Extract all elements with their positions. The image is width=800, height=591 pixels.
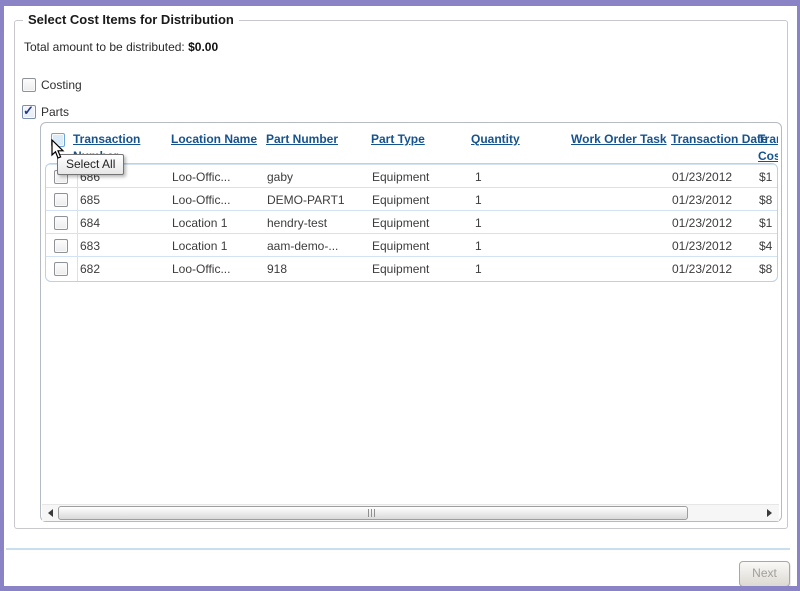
- parts-checkbox[interactable]: [22, 105, 36, 119]
- cost-items-table: Transaction Number Location Name Part Nu…: [40, 122, 782, 522]
- cell-location-name: Loo-Offic...: [172, 193, 230, 207]
- cell-part-type: Equipment: [372, 262, 429, 276]
- column-header-work-order-task[interactable]: Work Order Task: [571, 131, 667, 148]
- cell-part-number: hendry-test: [267, 216, 327, 230]
- window-border-left: [0, 0, 4, 591]
- cell-location-name: Loo-Offic...: [172, 262, 230, 276]
- window-border-top: [0, 0, 800, 6]
- cell-transaction-cost: $1: [759, 216, 775, 230]
- column-header-quantity[interactable]: Quantity: [471, 131, 520, 148]
- cell-transaction-number: 684: [80, 216, 100, 230]
- scroll-right-arrow-icon[interactable]: [763, 508, 775, 519]
- column-header-location-name[interactable]: Location Name: [171, 131, 257, 148]
- cell-transaction-date: 01/23/2012: [672, 170, 732, 184]
- cell-transaction-date: 01/23/2012: [672, 262, 732, 276]
- cell-transaction-number: 685: [80, 193, 100, 207]
- cell-part-type: Equipment: [372, 193, 429, 207]
- total-amount-value: $0.00: [188, 40, 218, 54]
- scrollbar-thumb[interactable]: [58, 506, 688, 520]
- cell-part-number: aam-demo-...: [267, 239, 338, 253]
- footer-divider: [6, 548, 790, 550]
- column-header-transaction-cost[interactable]: Transaction Cost: [758, 131, 778, 165]
- scroll-left-arrow-icon[interactable]: [45, 508, 57, 519]
- select-cost-items-dialog: Select Cost Items for Distribution Total…: [0, 0, 800, 591]
- row-checkbox[interactable]: [54, 193, 68, 207]
- cell-quantity: 1: [475, 170, 482, 184]
- cell-quantity: 1: [475, 239, 482, 253]
- column-header-transaction-date[interactable]: Transaction Date: [671, 131, 768, 148]
- window-border-bottom: [0, 586, 800, 591]
- cell-quantity: 1: [475, 193, 482, 207]
- cell-location-name: Location 1: [172, 216, 227, 230]
- table-row[interactable]: 686 Loo-Offic... gaby Equipment 1 01/23/…: [46, 164, 777, 187]
- cell-transaction-cost: $1: [759, 170, 775, 184]
- column-header-part-type[interactable]: Part Type: [371, 131, 425, 148]
- cell-part-number: 918: [267, 262, 287, 276]
- mouse-cursor-icon: [51, 139, 65, 163]
- cell-part-type: Equipment: [372, 239, 429, 253]
- table-row[interactable]: 684 Location 1 hendry-test Equipment 1 0…: [46, 210, 777, 233]
- page-title: Select Cost Items for Distribution: [23, 12, 239, 27]
- cell-transaction-date: 01/23/2012: [672, 193, 732, 207]
- parts-checkbox-label: Parts: [41, 105, 69, 119]
- cell-part-number: gaby: [267, 170, 293, 184]
- column-header-part-number[interactable]: Part Number: [266, 131, 338, 148]
- cell-location-name: Location 1: [172, 239, 227, 253]
- cell-transaction-number: 683: [80, 239, 100, 253]
- horizontal-scrollbar[interactable]: [42, 504, 779, 521]
- cell-transaction-date: 01/23/2012: [672, 239, 732, 253]
- cell-transaction-number: 682: [80, 262, 100, 276]
- table-row[interactable]: 683 Location 1 aam-demo-... Equipment 1 …: [46, 233, 777, 256]
- cell-quantity: 1: [475, 262, 482, 276]
- cell-transaction-cost: $4: [759, 239, 775, 253]
- total-amount-line: Total amount to be distributed: $0.00: [24, 40, 218, 54]
- cell-part-type: Equipment: [372, 216, 429, 230]
- cell-transaction-cost: $8: [759, 193, 775, 207]
- costing-checkbox[interactable]: [22, 78, 36, 92]
- cell-part-type: Equipment: [372, 170, 429, 184]
- cell-transaction-cost: $8: [759, 262, 775, 276]
- table-row[interactable]: 682 Loo-Offic... 918 Equipment 1 01/23/2…: [46, 256, 777, 279]
- next-button[interactable]: Next: [739, 561, 790, 587]
- row-checkbox[interactable]: [54, 262, 68, 276]
- scrollbar-grip-icon: [368, 509, 377, 517]
- row-checkbox[interactable]: [54, 239, 68, 253]
- row-checkbox[interactable]: [54, 216, 68, 230]
- cell-transaction-date: 01/23/2012: [672, 216, 732, 230]
- total-amount-label: Total amount to be distributed:: [24, 40, 185, 54]
- table-row[interactable]: 685 Loo-Offic... DEMO-PART1 Equipment 1 …: [46, 187, 777, 210]
- table-rows-group: 686 Loo-Offic... gaby Equipment 1 01/23/…: [45, 163, 778, 282]
- select-all-tooltip: Select All: [57, 154, 124, 175]
- cell-part-number: DEMO-PART1: [267, 193, 345, 207]
- cell-quantity: 1: [475, 216, 482, 230]
- costing-checkbox-label: Costing: [41, 78, 82, 92]
- cell-location-name: Loo-Offic...: [172, 170, 230, 184]
